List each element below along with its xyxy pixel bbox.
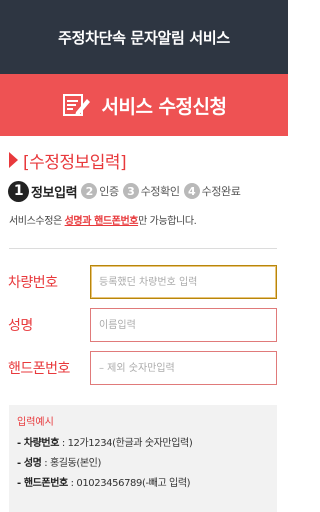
example-title: 입력예시	[17, 417, 54, 428]
step-number: 3	[122, 183, 139, 199]
step-label: 정보입력	[31, 185, 78, 201]
car-number-row: 차량번호	[8, 265, 278, 299]
page-banner: 서비스 수정신청	[0, 74, 288, 136]
divider	[9, 248, 277, 249]
step-1: 1 정보입력	[8, 180, 78, 202]
step-label: 수정완료	[201, 185, 241, 198]
example-key: - 차량번호	[17, 438, 60, 449]
example-key: - 성명	[17, 458, 42, 469]
step-indicator: 1 정보입력 2 인증 3 수정확인 4 수정완료	[8, 180, 241, 202]
step-3: 3 수정확인	[122, 183, 180, 199]
step-number: 4	[183, 183, 200, 199]
name-label: 성명	[8, 318, 33, 334]
example-line: - 차량번호 : 12가1234(한글과 숫자만입력)	[17, 434, 269, 449]
phone-label: 핸드폰번호	[8, 361, 70, 377]
notice-highlight: 성명과 핸드폰번호	[64, 216, 139, 227]
example-value: : 홍길동(본인)	[41, 458, 101, 469]
name-row: 성명	[8, 308, 278, 342]
notice-prefix: 서비스수정은	[9, 216, 65, 227]
banner-title: 서비스 수정신청	[101, 95, 227, 118]
phone-input[interactable]	[90, 351, 277, 385]
name-input[interactable]	[90, 308, 277, 342]
step-4: 4 수정완료	[183, 183, 241, 199]
example-value: : 01023456789(-빼고 입력)	[67, 478, 191, 489]
step-label: 수정확인	[140, 185, 180, 198]
example-value: : 12가1234(한글과 숫자만입력)	[59, 438, 193, 449]
notice-text: 서비스수정은 성명과 핸드폰번호만 가능합니다.	[9, 212, 197, 227]
step-2: 2 인증	[81, 183, 119, 199]
input-example-box: 입력예시 - 차량번호 : 12가1234(한글과 숫자만입력) - 성명 : …	[9, 405, 277, 512]
phone-row: 핸드폰번호	[8, 351, 278, 385]
example-key: - 핸드폰번호	[17, 478, 68, 489]
example-line: - 성명 : 홍길동(본인)	[17, 454, 269, 469]
section-title: [수정정보입력]	[23, 152, 127, 173]
example-line: - 핸드폰번호 : 01023456789(-빼고 입력)	[17, 474, 269, 489]
step-label: 인증	[99, 185, 119, 198]
step-number: 2	[81, 183, 98, 199]
triangle-marker-icon	[9, 152, 18, 168]
app-header: 주정차단속 문자알림 서비스	[0, 0, 288, 74]
edit-document-icon	[62, 92, 92, 118]
car-number-label: 차량번호	[8, 275, 58, 291]
notice-suffix: 만 가능합니다.	[138, 216, 197, 227]
app-title: 주정차단속 문자알림 서비스	[58, 28, 230, 47]
step-number: 1	[8, 180, 29, 202]
section-heading: [수정정보입력]	[9, 148, 127, 173]
car-number-input[interactable]	[90, 265, 277, 299]
